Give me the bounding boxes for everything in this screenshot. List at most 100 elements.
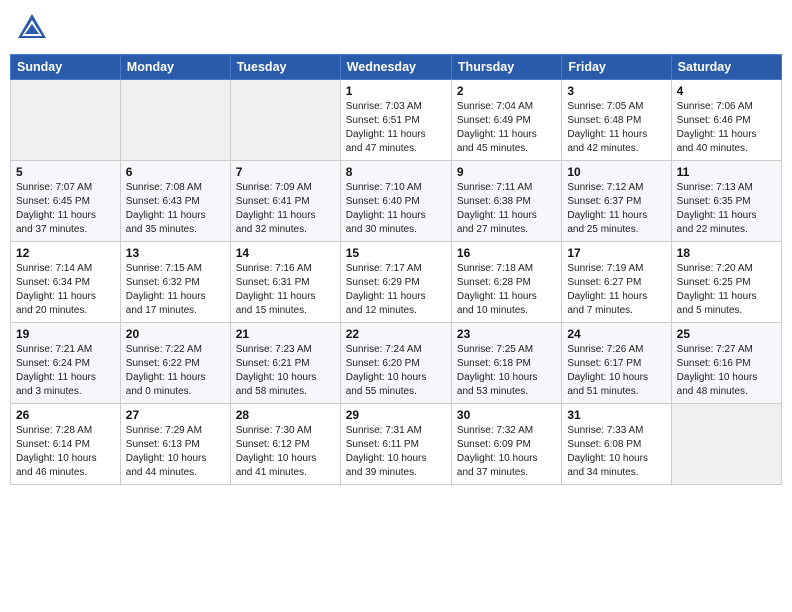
day-number: 19: [16, 327, 115, 341]
day-number: 4: [677, 84, 776, 98]
day-info: Sunrise: 7:21 AM Sunset: 6:24 PM Dayligh…: [16, 343, 115, 399]
day-info: Sunrise: 7:13 AM Sunset: 6:35 PM Dayligh…: [677, 181, 776, 237]
day-number: 14: [236, 246, 335, 260]
calendar-cell: 10 Sunrise: 7:12 AM Sunset: 6:37 PM Dayli…: [562, 161, 671, 242]
day-number: 30: [457, 408, 556, 422]
calendar-cell: 21 Sunrise: 7:23 AM Sunset: 6:21 PM Dayli…: [230, 323, 340, 404]
day-info: Sunrise: 7:24 AM Sunset: 6:20 PM Dayligh…: [346, 343, 446, 399]
day-number: 9: [457, 165, 556, 179]
column-header-friday: Friday: [562, 55, 671, 80]
calendar-week-row: 1Sunrise: 7:03 AM Sunset: 6:51 PM Daylig…: [11, 80, 782, 161]
column-header-monday: Monday: [120, 55, 230, 80]
day-number: 2: [457, 84, 556, 98]
calendar-cell: 25 Sunrise: 7:27 AM Sunset: 6:16 PM Dayli…: [671, 323, 781, 404]
calendar-cell: 13 Sunrise: 7:15 AM Sunset: 6:32 PM Dayli…: [120, 242, 230, 323]
day-info: Sunrise: 7:27 AM Sunset: 6:16 PM Dayligh…: [677, 343, 776, 399]
day-number: 12: [16, 246, 115, 260]
day-number: 11: [677, 165, 776, 179]
calendar-cell: 22 Sunrise: 7:24 AM Sunset: 6:20 PM Dayli…: [340, 323, 451, 404]
day-info: Sunrise: 7:06 AM Sunset: 6:46 PM Dayligh…: [677, 100, 776, 156]
calendar-week-row: 5 Sunrise: 7:07 AM Sunset: 6:45 PM Daylig…: [11, 161, 782, 242]
calendar-cell: 30 Sunrise: 7:32 AM Sunset: 6:09 PM Dayli…: [451, 404, 561, 485]
day-number: 26: [16, 408, 115, 422]
day-info: Sunrise: 7:16 AM Sunset: 6:31 PM Dayligh…: [236, 262, 335, 318]
day-info: Sunrise: 7:26 AM Sunset: 6:17 PM Dayligh…: [567, 343, 665, 399]
day-number: 17: [567, 246, 665, 260]
day-info: Sunrise: 7:23 AM Sunset: 6:21 PM Dayligh…: [236, 343, 335, 399]
day-number: 7: [236, 165, 335, 179]
calendar-cell: 31 Sunrise: 7:33 AM Sunset: 6:08 PM Dayli…: [562, 404, 671, 485]
day-info: Sunrise: 7:15 AM Sunset: 6:32 PM Dayligh…: [126, 262, 225, 318]
day-number: 31: [567, 408, 665, 422]
day-info: Sunrise: 7:29 AM Sunset: 6:13 PM Dayligh…: [126, 424, 225, 480]
calendar-cell: 5 Sunrise: 7:07 AM Sunset: 6:45 PM Daylig…: [11, 161, 121, 242]
column-header-sunday: Sunday: [11, 55, 121, 80]
day-info: Sunrise: 7:31 AM Sunset: 6:11 PM Dayligh…: [346, 424, 446, 480]
calendar-cell: 20 Sunrise: 7:22 AM Sunset: 6:22 PM Dayli…: [120, 323, 230, 404]
day-info: Sunrise: 7:30 AM Sunset: 6:12 PM Dayligh…: [236, 424, 335, 480]
day-info: Sunrise: 7:19 AM Sunset: 6:27 PM Dayligh…: [567, 262, 665, 318]
calendar-cell: 28 Sunrise: 7:30 AM Sunset: 6:12 PM Dayli…: [230, 404, 340, 485]
day-number: 25: [677, 327, 776, 341]
calendar-header-row: SundayMondayTuesdayWednesdayThursdayFrid…: [11, 55, 782, 80]
column-header-wednesday: Wednesday: [340, 55, 451, 80]
day-info: Sunrise: 7:32 AM Sunset: 6:09 PM Dayligh…: [457, 424, 556, 480]
day-number: 13: [126, 246, 225, 260]
calendar-cell: 19 Sunrise: 7:21 AM Sunset: 6:24 PM Dayli…: [11, 323, 121, 404]
calendar-cell: 14 Sunrise: 7:16 AM Sunset: 6:31 PM Dayli…: [230, 242, 340, 323]
calendar-cell: 3 Sunrise: 7:05 AM Sunset: 6:48 PM Daylig…: [562, 80, 671, 161]
day-info: Sunrise: 7:18 AM Sunset: 6:28 PM Dayligh…: [457, 262, 556, 318]
day-info: Sunrise: 7:14 AM Sunset: 6:34 PM Dayligh…: [16, 262, 115, 318]
day-number: 6: [126, 165, 225, 179]
calendar-cell: 24Sunrise: 7:26 AM Sunset: 6:17 PM Dayli…: [562, 323, 671, 404]
calendar-week-row: 12 Sunrise: 7:14 AM Sunset: 6:34 PM Dayli…: [11, 242, 782, 323]
calendar-cell: 4 Sunrise: 7:06 AM Sunset: 6:46 PM Daylig…: [671, 80, 781, 161]
calendar-cell: 29Sunrise: 7:31 AM Sunset: 6:11 PM Dayli…: [340, 404, 451, 485]
calendar-cell: 9 Sunrise: 7:11 AM Sunset: 6:38 PM Daylig…: [451, 161, 561, 242]
day-number: 22: [346, 327, 446, 341]
day-info: Sunrise: 7:08 AM Sunset: 6:43 PM Dayligh…: [126, 181, 225, 237]
calendar-cell: 23 Sunrise: 7:25 AM Sunset: 6:18 PM Dayli…: [451, 323, 561, 404]
day-number: 8: [346, 165, 446, 179]
calendar-week-row: 26 Sunrise: 7:28 AM Sunset: 6:14 PM Dayli…: [11, 404, 782, 485]
column-header-tuesday: Tuesday: [230, 55, 340, 80]
column-header-saturday: Saturday: [671, 55, 781, 80]
column-header-thursday: Thursday: [451, 55, 561, 80]
calendar-cell: [120, 80, 230, 161]
calendar-cell: 27Sunrise: 7:29 AM Sunset: 6:13 PM Dayli…: [120, 404, 230, 485]
day-number: 20: [126, 327, 225, 341]
day-number: 15: [346, 246, 446, 260]
day-number: 10: [567, 165, 665, 179]
logo: [14, 10, 54, 46]
calendar-cell: [11, 80, 121, 161]
day-number: 23: [457, 327, 556, 341]
day-number: 16: [457, 246, 556, 260]
day-info: Sunrise: 7:07 AM Sunset: 6:45 PM Dayligh…: [16, 181, 115, 237]
calendar-cell: [671, 404, 781, 485]
day-info: Sunrise: 7:12 AM Sunset: 6:37 PM Dayligh…: [567, 181, 665, 237]
day-number: 5: [16, 165, 115, 179]
page-header: [10, 10, 782, 46]
day-info: Sunrise: 7:25 AM Sunset: 6:18 PM Dayligh…: [457, 343, 556, 399]
day-info: Sunrise: 7:05 AM Sunset: 6:48 PM Dayligh…: [567, 100, 665, 156]
calendar-cell: 11 Sunrise: 7:13 AM Sunset: 6:35 PM Dayli…: [671, 161, 781, 242]
day-info: Sunrise: 7:04 AM Sunset: 6:49 PM Dayligh…: [457, 100, 556, 156]
calendar-cell: 7 Sunrise: 7:09 AM Sunset: 6:41 PM Daylig…: [230, 161, 340, 242]
calendar-cell: 17 Sunrise: 7:19 AM Sunset: 6:27 PM Dayli…: [562, 242, 671, 323]
day-info: Sunrise: 7:17 AM Sunset: 6:29 PM Dayligh…: [346, 262, 446, 318]
day-info: Sunrise: 7:33 AM Sunset: 6:08 PM Dayligh…: [567, 424, 665, 480]
calendar-cell: 16 Sunrise: 7:18 AM Sunset: 6:28 PM Dayli…: [451, 242, 561, 323]
day-number: 21: [236, 327, 335, 341]
day-info: Sunrise: 7:22 AM Sunset: 6:22 PM Dayligh…: [126, 343, 225, 399]
day-info: Sunrise: 7:28 AM Sunset: 6:14 PM Dayligh…: [16, 424, 115, 480]
day-info: Sunrise: 7:09 AM Sunset: 6:41 PM Dayligh…: [236, 181, 335, 237]
day-number: 28: [236, 408, 335, 422]
day-number: 18: [677, 246, 776, 260]
day-number: 1: [346, 84, 446, 98]
calendar-cell: 2 Sunrise: 7:04 AM Sunset: 6:49 PM Daylig…: [451, 80, 561, 161]
day-number: 3: [567, 84, 665, 98]
day-info: Sunrise: 7:10 AM Sunset: 6:40 PM Dayligh…: [346, 181, 446, 237]
day-info: Sunrise: 7:11 AM Sunset: 6:38 PM Dayligh…: [457, 181, 556, 237]
calendar-cell: 1Sunrise: 7:03 AM Sunset: 6:51 PM Daylig…: [340, 80, 451, 161]
calendar-cell: 15 Sunrise: 7:17 AM Sunset: 6:29 PM Dayli…: [340, 242, 451, 323]
